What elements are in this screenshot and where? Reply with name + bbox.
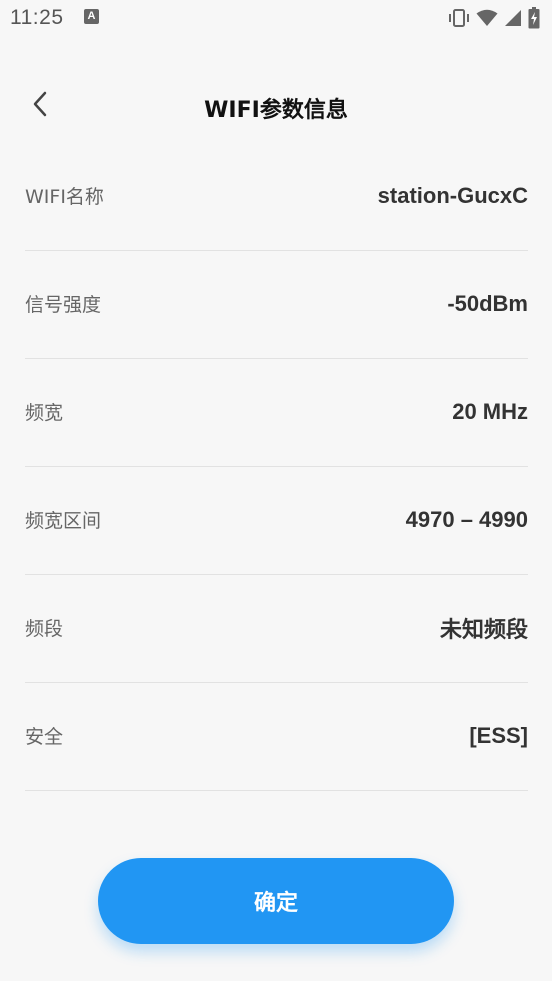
- header: WIFI参数信息: [0, 70, 552, 142]
- info-value: 20 MHz: [452, 398, 528, 424]
- info-label: WIFI名称: [25, 186, 104, 208]
- info-row-bandwidth: 频宽 20 MHz: [25, 359, 528, 467]
- info-value: 4970 – 4990: [405, 506, 528, 532]
- info-value: -50dBm: [447, 290, 528, 316]
- info-label: 频宽区间: [25, 510, 102, 532]
- status-bar: 11:25 A: [0, 0, 552, 38]
- info-row-signal-strength: 信号强度 -50dBm: [25, 251, 528, 359]
- info-label: 信号强度: [25, 294, 102, 316]
- confirm-button[interactable]: 确定: [98, 858, 454, 944]
- info-row-bandwidth-range: 频宽区间 4970 – 4990: [25, 467, 528, 575]
- info-value: station-GucxC: [377, 182, 528, 208]
- notification-a-icon: A: [84, 9, 99, 24]
- info-value: 未知频段: [439, 616, 528, 642]
- info-row-band: 频段 未知频段: [25, 575, 528, 683]
- wifi-info-list: WIFI名称 station-GucxC 信号强度 -50dBm 频宽 20 M…: [25, 143, 528, 791]
- info-row-wifi-name: WIFI名称 station-GucxC: [25, 143, 528, 251]
- battery-charging-icon: [528, 7, 540, 29]
- status-icons: [448, 6, 540, 30]
- info-value: [ESS]: [469, 722, 528, 748]
- vibrate-icon: [448, 8, 470, 28]
- info-row-security: 安全 [ESS]: [25, 683, 528, 791]
- page-title: WIFI参数信息: [204, 98, 348, 123]
- status-time: 11:25: [10, 6, 64, 29]
- info-label: 频宽: [25, 402, 64, 424]
- wifi-icon: [476, 9, 498, 27]
- cell-signal-icon: [504, 9, 522, 27]
- info-label: 频段: [25, 618, 64, 640]
- info-label: 安全: [25, 726, 64, 748]
